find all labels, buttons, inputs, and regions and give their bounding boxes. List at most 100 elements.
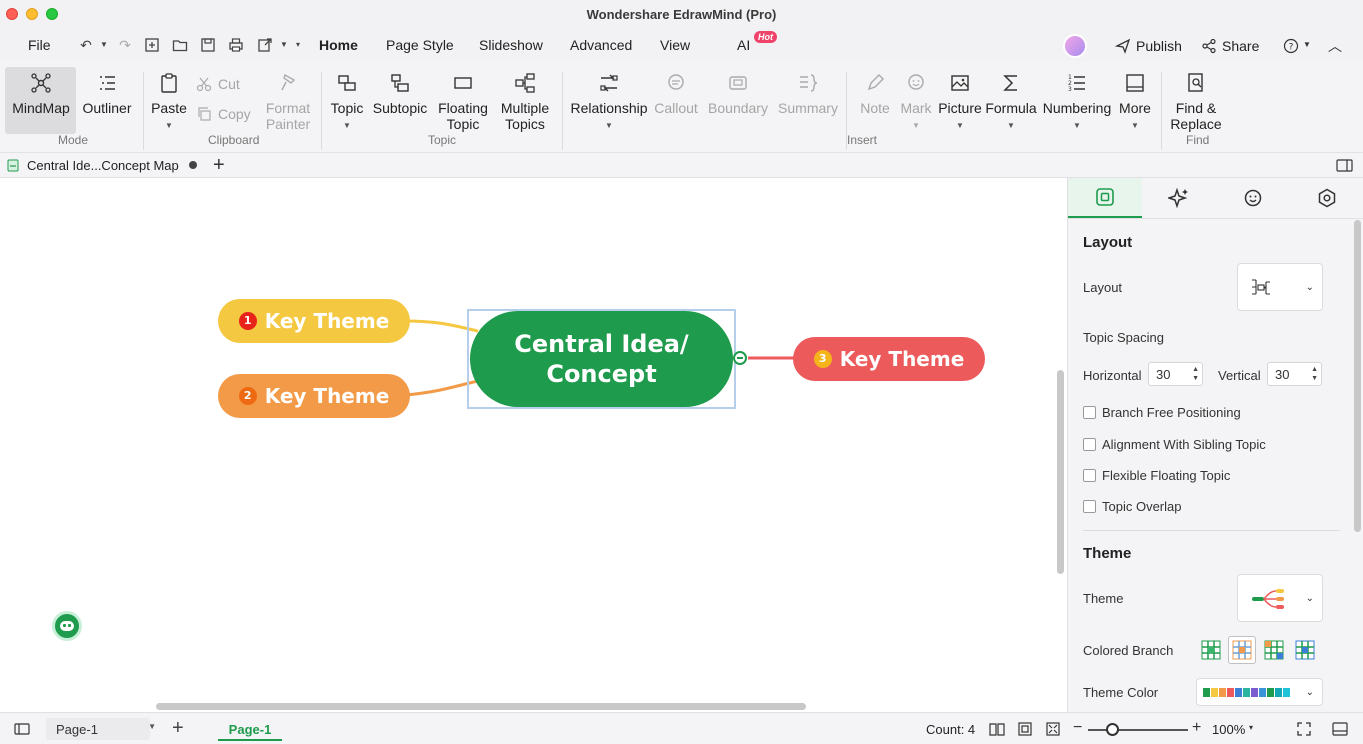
book-view-icon[interactable]	[989, 721, 1005, 737]
copy-button[interactable]: Copy	[218, 106, 251, 122]
fullscreen-icon[interactable]	[1296, 721, 1312, 737]
sidebar-toggle-icon[interactable]	[14, 721, 30, 737]
fit-page-icon[interactable]	[1017, 721, 1033, 737]
numbering-button[interactable]: 123 Numbering ▼	[1040, 72, 1114, 134]
canvas-horizontal-scrollbar[interactable]	[156, 703, 806, 710]
tab-page-style[interactable]: Page Style	[386, 37, 454, 53]
zoom-in-icon[interactable]: +	[1192, 719, 1201, 737]
picture-button[interactable]: Picture ▼	[936, 72, 984, 134]
formula-dropdown-icon[interactable]: ▼	[984, 118, 1038, 134]
checkbox[interactable]	[1083, 438, 1096, 451]
mindmap-canvas[interactable]	[0, 178, 1067, 712]
branch-style-option-4[interactable]	[1295, 640, 1315, 660]
mark-dropdown-icon[interactable]: ▼	[898, 118, 934, 134]
relationship-dropdown-icon[interactable]: ▼	[568, 118, 650, 134]
help-dropdown-icon[interactable]: ▼	[1303, 40, 1311, 49]
panel-tab-icons[interactable]	[1216, 178, 1290, 218]
tab-slideshow[interactable]: Slideshow	[479, 37, 543, 53]
open-folder-icon[interactable]	[172, 37, 188, 53]
zoom-dropdown-icon[interactable]: ▾	[1249, 723, 1253, 732]
fit-width-icon[interactable]	[1045, 721, 1061, 737]
panel-tab-ai[interactable]	[1142, 178, 1216, 218]
theme-color-dropdown[interactable]: ⌄	[1196, 678, 1323, 706]
topic-button[interactable]: Topic ▼	[328, 72, 366, 134]
tab-advanced[interactable]: Advanced	[570, 37, 632, 53]
tab-view[interactable]: View	[660, 37, 690, 53]
save-icon[interactable]	[200, 37, 216, 53]
note-button[interactable]: Note	[856, 72, 894, 116]
cut-button[interactable]: Cut	[218, 76, 240, 92]
branch-free-positioning-option[interactable]: Branch Free Positioning	[1083, 405, 1241, 420]
file-menu[interactable]: File	[28, 37, 51, 53]
outliner-mode-button[interactable]: Outliner	[80, 72, 134, 116]
find-replace-button[interactable]: Find & Replace	[1168, 72, 1224, 132]
stepper-arrows-icon[interactable]: ▲ ▼	[1311, 365, 1318, 383]
panel-scrollbar[interactable]	[1354, 220, 1361, 532]
horizontal-spacing-stepper[interactable]: 30 ▲ ▼	[1148, 362, 1203, 386]
tab-ai[interactable]: AI	[737, 37, 750, 53]
more-dropdown-icon[interactable]: ▼	[1116, 118, 1154, 134]
topic-dropdown-icon[interactable]: ▼	[328, 118, 366, 134]
callout-button[interactable]: Callout	[652, 72, 700, 116]
mark-button[interactable]: Mark ▼	[898, 72, 934, 134]
subtopic-button[interactable]: Subtopic	[370, 72, 430, 116]
presentation-mode-icon[interactable]	[1332, 721, 1348, 737]
format-painter-button[interactable]: Format Painter	[262, 72, 314, 132]
new-file-icon[interactable]	[144, 37, 160, 53]
stepper-arrows-icon[interactable]: ▲ ▼	[1192, 365, 1199, 383]
flexible-floating-option[interactable]: Flexible Floating Topic	[1083, 468, 1230, 483]
topic-overlap-option[interactable]: Topic Overlap	[1083, 499, 1181, 514]
export-icon[interactable]	[257, 37, 273, 53]
toggle-panel-icon[interactable]	[1336, 159, 1353, 172]
publish-button[interactable]: Publish	[1136, 38, 1182, 54]
key-theme-3-node[interactable]: 3 Key Theme	[793, 337, 985, 381]
checkbox[interactable]	[1083, 469, 1096, 482]
branch-style-option-3[interactable]	[1264, 640, 1284, 660]
paste-button[interactable]: Paste ▼	[150, 72, 188, 134]
undo-dropdown-icon[interactable]: ▼	[96, 37, 112, 53]
zoom-level[interactable]: 100%	[1212, 722, 1245, 737]
key-theme-2-node[interactable]: 2 Key Theme	[218, 374, 410, 418]
page-selector[interactable]: Page-1 ▼	[46, 718, 156, 740]
collapse-branch-button[interactable]	[733, 351, 747, 365]
multiple-topics-button[interactable]: Multiple Topics	[496, 72, 554, 132]
customize-toolbar-icon[interactable]: ▾	[290, 37, 306, 53]
checkbox[interactable]	[1083, 406, 1096, 419]
alignment-sibling-option[interactable]: Alignment With Sibling Topic	[1083, 437, 1266, 452]
print-icon[interactable]	[228, 37, 244, 53]
floating-topic-button[interactable]: Floating Topic	[436, 72, 490, 132]
document-tab[interactable]: Central Ide...Concept Map	[4, 153, 204, 178]
user-avatar[interactable]	[1063, 34, 1087, 58]
collapse-ribbon-icon[interactable]: ︿	[1328, 36, 1342, 56]
add-tab-icon[interactable]: +	[213, 154, 225, 176]
zoom-out-icon[interactable]: −	[1073, 719, 1082, 737]
redo-icon[interactable]: ↷	[117, 37, 133, 53]
page-tab-active[interactable]: Page-1	[218, 717, 282, 741]
zoom-slider-track[interactable]	[1088, 729, 1188, 731]
help-icon[interactable]: ?	[1283, 38, 1299, 54]
layout-dropdown[interactable]: ⌄	[1237, 263, 1323, 311]
formula-button[interactable]: Formula ▼	[984, 72, 1038, 134]
undo-icon[interactable]: ↶	[78, 37, 94, 53]
numbering-dropdown-icon[interactable]: ▼	[1040, 118, 1114, 134]
panel-tab-layout[interactable]	[1068, 178, 1142, 218]
zoom-slider-handle[interactable]	[1106, 723, 1119, 736]
add-page-icon[interactable]: +	[172, 717, 184, 740]
mindmap-mode-button[interactable]: MindMap	[10, 72, 72, 116]
branch-style-option-2-selected[interactable]	[1228, 636, 1256, 664]
canvas-vertical-scrollbar[interactable]	[1057, 370, 1064, 574]
more-button[interactable]: More ▼	[1116, 72, 1154, 134]
vertical-spacing-stepper[interactable]: 30 ▲ ▼	[1267, 362, 1322, 386]
paste-dropdown-icon[interactable]: ▼	[150, 118, 188, 134]
tab-home[interactable]: Home	[319, 37, 358, 53]
summary-button[interactable]: Summary	[776, 72, 840, 116]
key-theme-1-node[interactable]: 1 Key Theme	[218, 299, 410, 343]
relationship-button[interactable]: Relationship ▼	[568, 72, 650, 134]
panel-tab-style[interactable]	[1290, 178, 1363, 218]
branch-style-option-1[interactable]	[1201, 640, 1221, 660]
ai-assistant-button[interactable]	[52, 611, 82, 641]
share-button[interactable]: Share	[1222, 38, 1259, 54]
boundary-button[interactable]: Boundary	[706, 72, 770, 116]
theme-dropdown[interactable]: ⌄	[1237, 574, 1323, 622]
central-topic-node[interactable]: Central Idea/ Concept	[470, 311, 733, 407]
